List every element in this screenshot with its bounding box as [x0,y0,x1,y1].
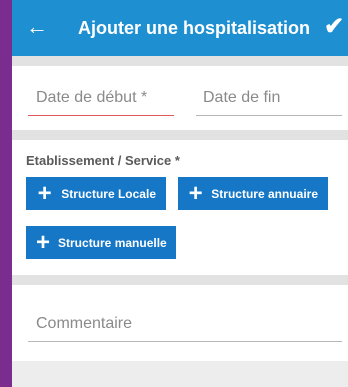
comment-card: Commentaire [12,285,348,361]
establishment-label: Etablissement / Service * [26,153,180,168]
back-arrow-icon[interactable]: ← [26,13,48,41]
structure-annuaire-button[interactable]: + Structure annuaire [178,177,328,210]
button-label: Structure manuelle [58,235,167,250]
plus-icon: + [37,179,52,207]
divider [12,275,348,285]
end-date-field[interactable]: Date de fin [203,88,280,108]
end-date-underline [196,115,342,116]
divider [12,130,348,140]
button-label: Structure annuaire [211,186,318,201]
comment-field[interactable]: Commentaire [36,314,132,334]
button-label: Structure Locale [61,186,156,201]
dates-card: Date de début * Date de fin [12,66,348,130]
plus-icon: + [36,228,51,256]
checkmark-icon[interactable]: ✔ [324,13,344,41]
start-date-field[interactable]: Date de début * [36,88,147,108]
device-frame: ← Ajouter une hospitalisation ✔ Date de … [0,0,348,387]
page-title: Ajouter une hospitalisation [78,18,311,38]
plus-icon: + [188,179,203,207]
structure-locale-button[interactable]: + Structure Locale [26,177,166,210]
structure-manuelle-button[interactable]: + Structure manuelle [26,226,176,259]
screen: ← Ajouter une hospitalisation ✔ Date de … [12,0,348,387]
app-bar: ← Ajouter une hospitalisation ✔ [12,0,348,56]
divider [12,56,348,66]
comment-underline [28,341,342,342]
start-date-underline [28,115,174,116]
